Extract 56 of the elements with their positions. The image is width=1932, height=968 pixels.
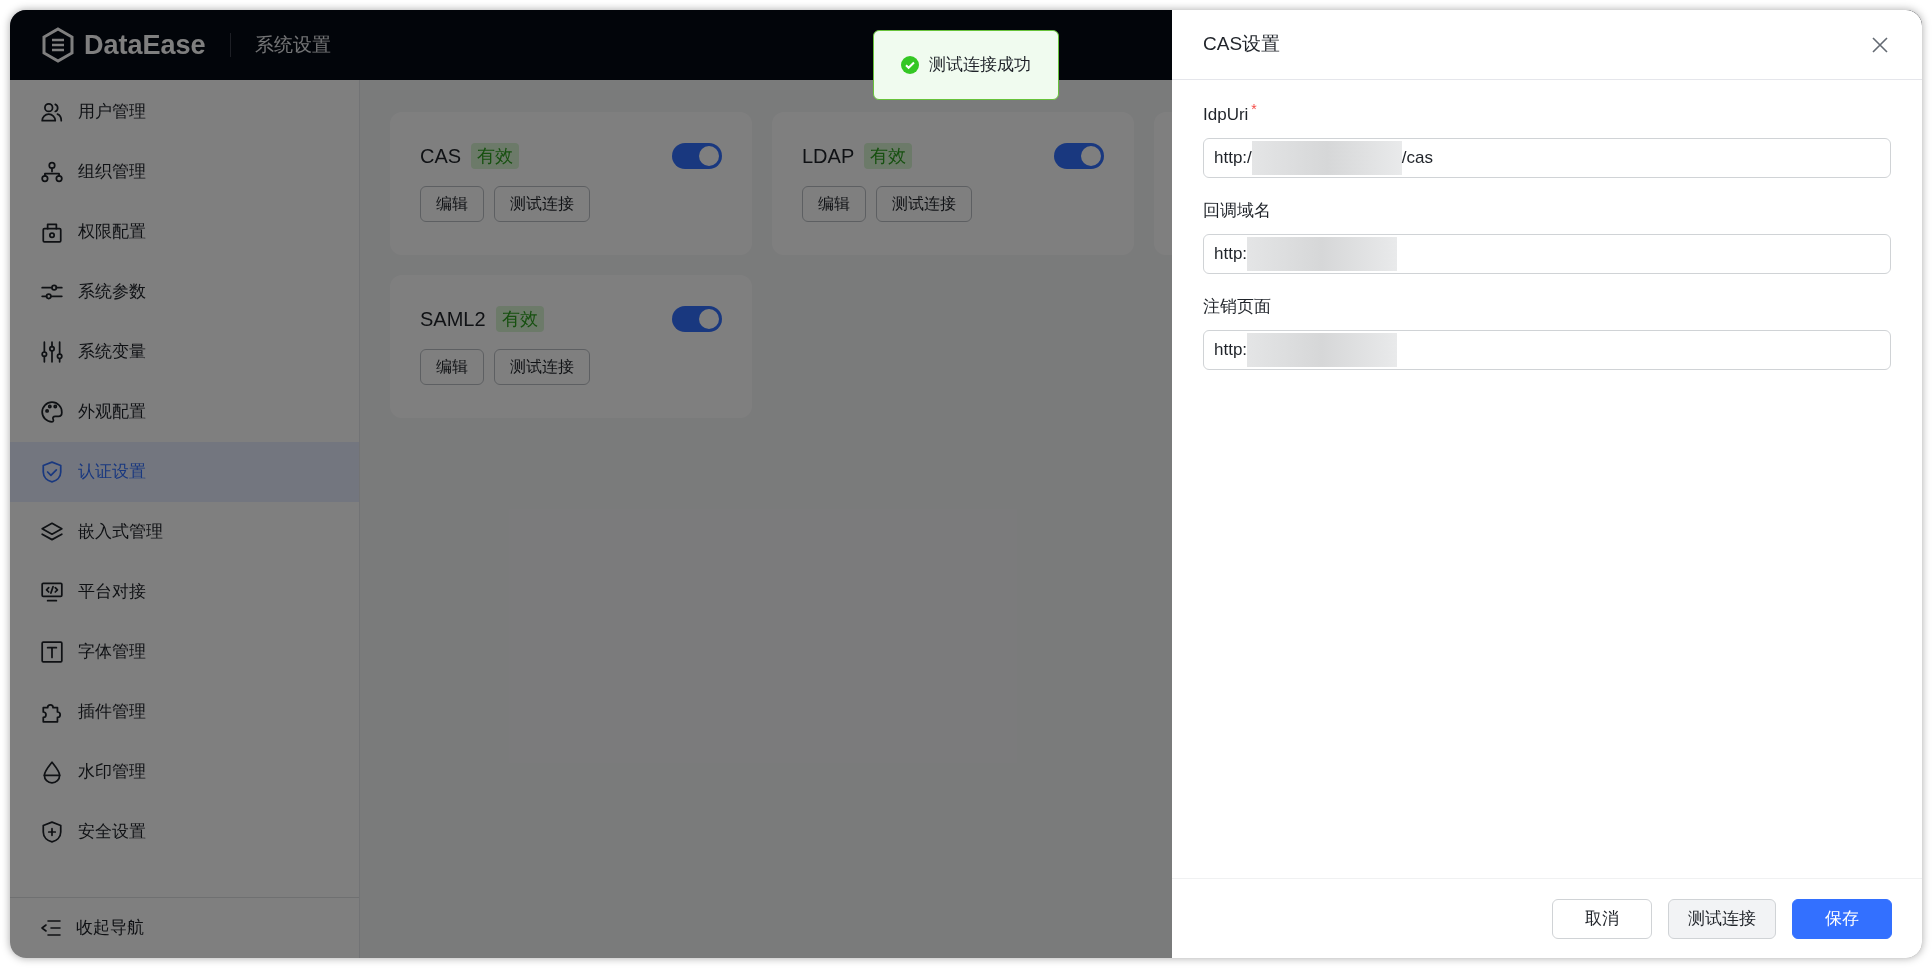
input-field[interactable]: http:/ /cas bbox=[1203, 138, 1891, 178]
cancel-button[interactable]: 取消 bbox=[1552, 898, 1652, 939]
lock-icon bbox=[40, 220, 64, 244]
collapse-icon bbox=[40, 917, 62, 939]
text-box-icon bbox=[40, 640, 64, 664]
close-icon[interactable] bbox=[1871, 35, 1889, 54]
field-label: IdpUri bbox=[1203, 104, 1249, 126]
sidebar-item[interactable]: 安全设置 bbox=[10, 802, 359, 862]
card-action-button[interactable]: 编辑 bbox=[420, 186, 484, 222]
palette-icon bbox=[40, 400, 64, 424]
status-tag: 有效 bbox=[495, 306, 544, 332]
sidebar-item[interactable]: 认证设置 bbox=[10, 442, 359, 502]
logo-icon bbox=[40, 27, 76, 63]
card-title: CAS bbox=[420, 144, 462, 169]
people-icon bbox=[40, 100, 64, 124]
card-action-button[interactable]: 测试连接 bbox=[494, 186, 590, 222]
card-action-button[interactable]: 测试连接 bbox=[494, 349, 590, 385]
status-tag: 有效 bbox=[864, 143, 913, 169]
required-mark: * bbox=[1251, 102, 1257, 116]
toast-message: 测试连接成功 bbox=[929, 54, 1031, 77]
collapse-nav-button[interactable]: 收起导航 bbox=[10, 898, 359, 958]
drawer-title: CAS设置 bbox=[1203, 32, 1281, 57]
sidebar-item[interactable]: 系统参数 bbox=[10, 262, 359, 322]
section-title: 系统设置 bbox=[254, 32, 331, 57]
input-field[interactable]: http: bbox=[1203, 330, 1891, 370]
card-action-button[interactable]: 测试连接 bbox=[876, 186, 972, 222]
test-connection-button[interactable]: 测试连接 bbox=[1668, 898, 1776, 939]
sidebar-item[interactable]: 字体管理 bbox=[10, 622, 359, 682]
field-label: 回调域名 bbox=[1203, 200, 1271, 222]
toggle-switch[interactable] bbox=[672, 306, 722, 332]
hierarchy-icon bbox=[40, 160, 64, 184]
shield-plus-icon bbox=[40, 820, 64, 844]
sidebar-item[interactable]: 平台对接 bbox=[10, 562, 359, 622]
toggle-switch[interactable] bbox=[1054, 143, 1104, 169]
save-button[interactable]: 保存 bbox=[1792, 898, 1892, 939]
logo-text: DataEase bbox=[84, 28, 206, 62]
sidebar-item[interactable]: 嵌入式管理 bbox=[10, 502, 359, 562]
vertical-sliders-icon bbox=[40, 340, 64, 364]
check-circle-icon bbox=[901, 56, 919, 74]
status-tag: 有效 bbox=[471, 143, 520, 169]
field-label: 注销页面 bbox=[1203, 296, 1271, 318]
sidebar-item[interactable]: 外观配置 bbox=[10, 382, 359, 442]
sidebar-item[interactable]: 插件管理 bbox=[10, 682, 359, 742]
card-action-button[interactable]: 编辑 bbox=[802, 186, 866, 222]
sidebar-item[interactable]: 水印管理 bbox=[10, 742, 359, 802]
sidebar-item[interactable]: 组织管理 bbox=[10, 142, 359, 202]
input-field[interactable]: http: bbox=[1203, 234, 1891, 274]
sidebar-item[interactable]: 用户管理 bbox=[10, 82, 359, 142]
card-action-button[interactable]: 编辑 bbox=[420, 349, 484, 385]
sidebar-item[interactable]: 权限配置 bbox=[10, 202, 359, 262]
toggle-switch[interactable] bbox=[672, 143, 722, 169]
card-title: LDAP bbox=[802, 144, 855, 169]
code-monitor-icon bbox=[40, 580, 64, 604]
card-title: SAML2 bbox=[420, 307, 486, 332]
shield-check-icon bbox=[40, 460, 64, 484]
sidebar-item[interactable]: 系统变量 bbox=[10, 322, 359, 382]
